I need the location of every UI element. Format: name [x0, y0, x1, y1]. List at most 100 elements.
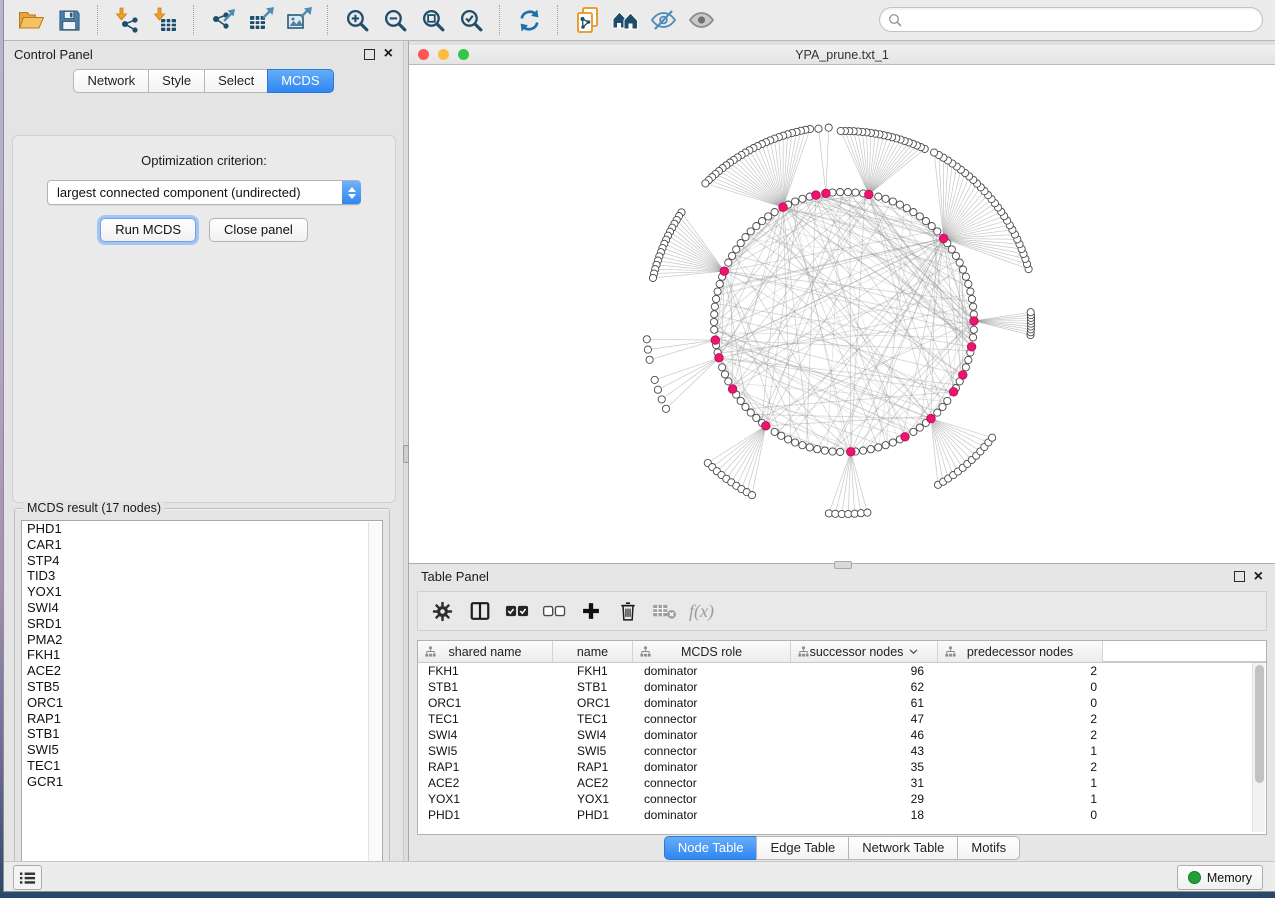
graph-node[interactable]: [725, 378, 732, 385]
memory-button[interactable]: Memory: [1177, 865, 1263, 890]
graph-node-dominator[interactable]: [967, 343, 976, 352]
graph-node[interactable]: [721, 371, 728, 378]
graph-node[interactable]: [771, 209, 778, 216]
graph-node[interactable]: [747, 228, 754, 235]
graph-node[interactable]: [864, 509, 871, 516]
hide-graphics-eye-slash-icon[interactable]: [644, 3, 682, 37]
graph-node[interactable]: [711, 303, 718, 310]
graph-node[interactable]: [882, 442, 889, 449]
table-cell[interactable]: 18: [791, 807, 938, 823]
import-network-icon[interactable]: [108, 3, 146, 37]
graph-node[interactable]: [771, 428, 778, 435]
graph-node[interactable]: [729, 252, 736, 259]
table-cell[interactable]: dominator: [633, 727, 791, 743]
zoom-out-icon[interactable]: [376, 3, 414, 37]
close-panel-button[interactable]: Close panel: [209, 218, 308, 242]
table-row[interactable]: ORC1ORC1dominator610: [418, 695, 1266, 711]
graph-node-dominator[interactable]: [847, 448, 856, 457]
graph-node[interactable]: [1027, 309, 1034, 316]
table-cell[interactable]: 35: [791, 759, 938, 775]
graph-node[interactable]: [710, 318, 717, 325]
tab-motifs[interactable]: Motifs: [957, 836, 1020, 860]
select-all-icon[interactable]: [498, 596, 535, 626]
graph-node-dominator[interactable]: [728, 385, 737, 394]
graph-node[interactable]: [742, 403, 749, 410]
table-cell[interactable]: 2: [938, 759, 1103, 775]
graph-node-dominator[interactable]: [949, 388, 958, 397]
table-cell[interactable]: TEC1: [418, 711, 553, 727]
graph-node[interactable]: [989, 434, 996, 441]
table-cell[interactable]: connector: [633, 791, 791, 807]
float-panel-icon[interactable]: [364, 49, 375, 60]
folder-open-icon[interactable]: [12, 3, 50, 37]
table-cell[interactable]: 1: [938, 743, 1103, 759]
table-cell[interactable]: RAP1: [553, 759, 633, 775]
import-table-icon[interactable]: [146, 3, 184, 37]
table-row[interactable]: RAP1RAP1dominator352: [418, 759, 1266, 775]
graph-node-dominator[interactable]: [715, 354, 724, 363]
graph-node[interactable]: [711, 326, 718, 333]
graph-node-dominator[interactable]: [939, 234, 948, 243]
table-cell[interactable]: connector: [633, 775, 791, 791]
save-icon[interactable]: [50, 3, 88, 37]
graph-node[interactable]: [643, 336, 650, 343]
table-row[interactable]: SWI5SWI5connector431: [418, 743, 1266, 759]
graph-node[interactable]: [931, 149, 938, 156]
graph-node-dominator[interactable]: [720, 267, 729, 276]
export-image-icon[interactable]: [280, 3, 318, 37]
graph-node[interactable]: [792, 439, 799, 446]
table-cell[interactable]: STB1: [418, 679, 553, 695]
tab-select[interactable]: Select: [204, 69, 268, 93]
table-cell[interactable]: YOX1: [418, 791, 553, 807]
graph-node[interactable]: [759, 218, 766, 225]
graph-node[interactable]: [737, 240, 744, 247]
add-row-plus-icon[interactable]: [572, 596, 609, 626]
graph-node[interactable]: [799, 195, 806, 202]
graph-node[interactable]: [970, 303, 977, 310]
settings-gear-icon[interactable]: [424, 596, 461, 626]
table-cell[interactable]: 62: [791, 679, 938, 695]
mcds-result-item[interactable]: FKH1: [22, 647, 382, 663]
table-cell[interactable]: 0: [938, 679, 1103, 695]
graph-node-dominator[interactable]: [959, 371, 968, 380]
graph-node[interactable]: [970, 334, 977, 341]
graph-node[interactable]: [753, 223, 760, 230]
graph-node[interactable]: [719, 364, 726, 371]
list-scrollbar[interactable]: [368, 522, 381, 874]
graph-node[interactable]: [889, 439, 896, 446]
graph-node[interactable]: [825, 124, 832, 131]
graph-node[interactable]: [882, 195, 889, 202]
table-cell[interactable]: 1: [938, 791, 1103, 807]
table-cell[interactable]: 2: [938, 711, 1103, 727]
table-cell[interactable]: ORC1: [418, 695, 553, 711]
table-cell[interactable]: SWI4: [418, 727, 553, 743]
graph-node-dominator[interactable]: [762, 422, 771, 431]
table-cell[interactable]: dominator: [633, 759, 791, 775]
table-cell[interactable]: YOX1: [553, 791, 633, 807]
graph-node[interactable]: [928, 223, 935, 230]
graph-node[interactable]: [875, 444, 882, 451]
search-box[interactable]: [879, 7, 1263, 32]
copy-network-icon[interactable]: [568, 3, 606, 37]
graph-node[interactable]: [965, 280, 972, 287]
graph-node[interactable]: [658, 396, 665, 403]
table-cell[interactable]: RAP1: [418, 759, 553, 775]
graph-node[interactable]: [742, 234, 749, 241]
graph-node[interactable]: [944, 397, 951, 404]
graph-node[interactable]: [922, 218, 929, 225]
graph-node[interactable]: [867, 446, 874, 453]
table-cell[interactable]: connector: [633, 743, 791, 759]
tab-style[interactable]: Style: [148, 69, 205, 93]
graph-node-dominator[interactable]: [927, 414, 936, 423]
mcds-result-item[interactable]: CAR1: [22, 537, 382, 553]
table-cell[interactable]: dominator: [633, 679, 791, 695]
run-mcds-button[interactable]: Run MCDS: [100, 218, 196, 242]
graph-node[interactable]: [716, 280, 723, 287]
mcds-result-item[interactable]: TEC1: [22, 758, 382, 774]
network-canvas[interactable]: [409, 65, 1275, 563]
table-cell[interactable]: ORC1: [553, 695, 633, 711]
table-row[interactable]: PHD1PHD1dominator180: [418, 807, 1266, 823]
tab-edge-table[interactable]: Edge Table: [756, 836, 849, 860]
export-network-icon[interactable]: [204, 3, 242, 37]
graph-node[interactable]: [821, 447, 828, 454]
